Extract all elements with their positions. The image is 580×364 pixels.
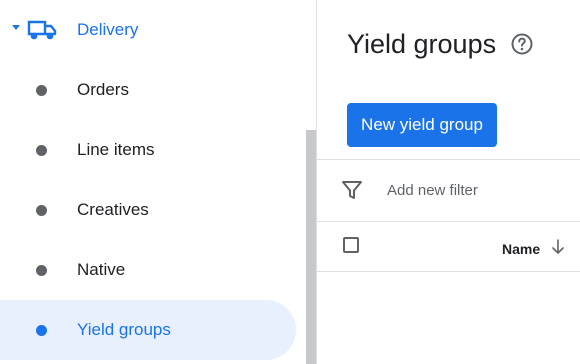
truck-icon (27, 20, 57, 40)
bullet-icon (36, 205, 47, 216)
divider (317, 159, 580, 160)
sidebar-item-delivery[interactable]: Delivery (0, 10, 306, 50)
sidebar-item-label: Orders (77, 80, 129, 99)
column-header-name[interactable]: Name (502, 240, 540, 258)
main-content: Yield groups New yield group Add new fil… (317, 0, 580, 364)
sidebar-item-label: Yield groups (77, 320, 171, 339)
sidebar-item-creatives[interactable]: Creatives (0, 180, 296, 240)
sidebar-item-label: Delivery (77, 20, 139, 39)
sidebar-item-label: Line items (77, 140, 155, 159)
filter-icon[interactable] (341, 179, 363, 201)
caret-down-icon[interactable] (12, 25, 20, 30)
sidebar: Delivery Orders Line items Creatives Nat… (0, 0, 306, 364)
sidebar-item-label: Native (77, 260, 126, 279)
bullet-icon (36, 85, 47, 96)
bullet-icon (36, 265, 47, 276)
sidebar-item-label: Creatives (77, 200, 149, 219)
filter-input[interactable]: Add new filter (387, 182, 478, 200)
bullet-icon (36, 325, 47, 336)
divider (317, 271, 580, 272)
help-circle-icon[interactable] (510, 32, 534, 56)
select-all-checkbox[interactable] (343, 237, 359, 253)
sidebar-scrollbar-thumb[interactable] (306, 130, 316, 364)
new-yield-group-button[interactable]: New yield group (347, 103, 497, 147)
arrow-down-icon[interactable] (550, 238, 566, 256)
bullet-icon (36, 145, 47, 156)
sidebar-item-yield-groups[interactable]: Yield groups (0, 300, 296, 360)
sidebar-item-line-items[interactable]: Line items (0, 120, 296, 180)
divider (317, 221, 580, 222)
app: Delivery Orders Line items Creatives Nat… (0, 0, 580, 364)
page-title: Yield groups (347, 29, 497, 59)
sidebar-item-native[interactable]: Native (0, 240, 296, 300)
sidebar-item-orders[interactable]: Orders (0, 60, 296, 120)
